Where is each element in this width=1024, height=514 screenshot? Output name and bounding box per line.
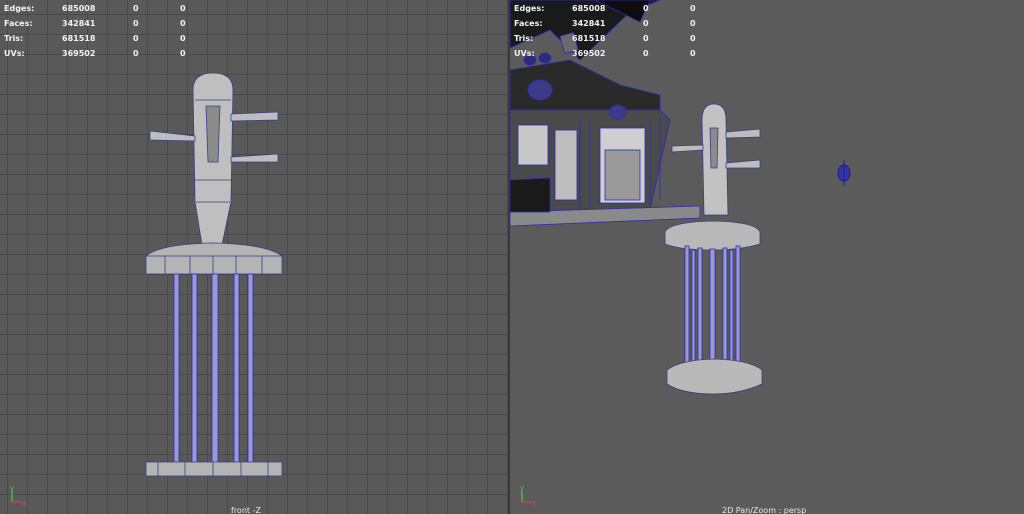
poly-count-hud-persp: Edges: 685008 0 0 Faces: 342841 0 0 Tris…	[514, 0, 714, 60]
persp-view-scene[interactable]	[510, 0, 1024, 514]
axis-gizmo-persp: y x	[516, 484, 540, 508]
hud-selected: 0	[643, 19, 649, 28]
hud-row-tris: Tris: 681518 0 0	[4, 30, 204, 45]
hud-object: 0	[180, 4, 186, 13]
hud-object: 0	[690, 34, 696, 43]
hud-total: 369502	[62, 49, 96, 58]
axis-gizmo-front: y x	[6, 484, 30, 508]
hud-total: 342841	[62, 19, 96, 28]
hud-object: 0	[690, 49, 696, 58]
hud-object: 0	[180, 49, 186, 58]
hud-selected: 0	[643, 49, 649, 58]
hud-total: 681518	[62, 34, 96, 43]
wooden-dummy-mesh-persp[interactable]	[664, 103, 763, 395]
viewport-camera-label[interactable]: 2D Pan/Zoom : persp	[722, 506, 806, 514]
hud-row-faces: Faces: 342841 0 0	[4, 15, 204, 30]
hud-total: 685008	[572, 4, 606, 13]
hud-object: 0	[690, 19, 696, 28]
y-axis-label: y	[10, 484, 14, 492]
maya-workspace: Edges: 685008 0 0 Faces: 342841 0 0 Tris…	[0, 0, 1024, 514]
viewport-camera-label[interactable]: front -Z	[231, 506, 261, 514]
hud-total: 681518	[572, 34, 606, 43]
hud-total: 685008	[62, 4, 96, 13]
hud-total: 342841	[572, 19, 606, 28]
front-view-scene[interactable]	[0, 0, 508, 514]
hud-label: UVs:	[4, 49, 25, 58]
wooden-dummy-mesh-front[interactable]	[145, 72, 283, 477]
hud-selected: 0	[133, 19, 139, 28]
persp-viewport[interactable]: Edges: 685008 0 0 Faces: 342841 0 0 Tris…	[510, 0, 1024, 514]
hud-selected: 0	[133, 49, 139, 58]
hud-label: Faces:	[514, 19, 543, 28]
poly-count-hud: Edges: 685008 0 0 Faces: 342841 0 0 Tris…	[4, 0, 204, 60]
hud-selected: 0	[643, 4, 649, 13]
hud-selected: 0	[643, 34, 649, 43]
hud-object: 0	[690, 4, 696, 13]
hud-row-tris: Tris: 681518 0 0	[514, 30, 714, 45]
hud-row-uvs: UVs: 369502 0 0	[4, 45, 204, 60]
hud-selected: 0	[133, 4, 139, 13]
y-axis-label: y	[520, 484, 524, 492]
hud-row-uvs: UVs: 369502 0 0	[514, 45, 714, 60]
hud-row-edges: Edges: 685008 0 0	[514, 0, 714, 15]
hud-label: UVs:	[514, 49, 535, 58]
lantern-mesh[interactable]	[837, 160, 851, 186]
hud-label: Tris:	[514, 34, 534, 43]
x-axis-label: x	[22, 499, 26, 507]
hud-object: 0	[180, 19, 186, 28]
hud-total: 369502	[572, 49, 606, 58]
hud-object: 0	[180, 34, 186, 43]
hud-label: Faces:	[4, 19, 33, 28]
x-axis-label: x	[532, 499, 536, 507]
hud-label: Edges:	[4, 4, 35, 13]
hud-label: Edges:	[514, 4, 545, 13]
hud-label: Tris:	[4, 34, 24, 43]
hud-row-faces: Faces: 342841 0 0	[514, 15, 714, 30]
hud-selected: 0	[133, 34, 139, 43]
front-viewport[interactable]: Edges: 685008 0 0 Faces: 342841 0 0 Tris…	[0, 0, 508, 514]
hud-row-edges: Edges: 685008 0 0	[4, 0, 204, 15]
